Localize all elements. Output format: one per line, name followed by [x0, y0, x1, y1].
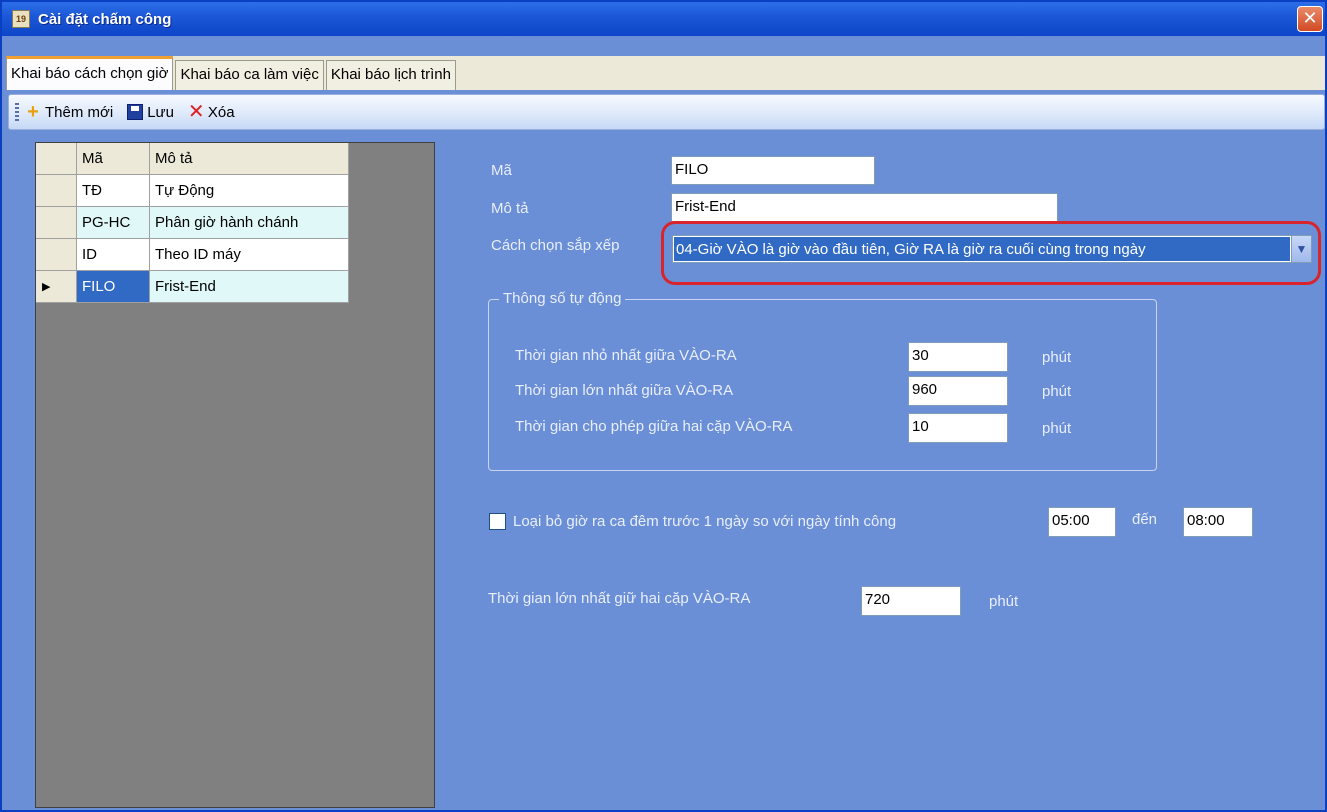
- grid-header-corner: [36, 143, 77, 175]
- min-time-input[interactable]: 30: [908, 342, 1008, 372]
- night-to-input[interactable]: 08:00: [1183, 507, 1253, 537]
- toolbar-grip-icon[interactable]: [15, 103, 19, 121]
- night-from-input[interactable]: 05:00: [1048, 507, 1116, 537]
- cell-code[interactable]: TĐ: [77, 175, 150, 207]
- grid-header-code[interactable]: Mã: [77, 143, 150, 175]
- calendar-icon: 19: [12, 10, 30, 28]
- toolbar: + Thêm mới Lưu ✕ Xóa: [8, 94, 1325, 130]
- pair-max-input[interactable]: 720: [861, 586, 961, 616]
- code-label: Mã: [491, 162, 512, 179]
- pair-max-unit: phút: [989, 593, 1019, 610]
- tab-schedule[interactable]: Khai báo lịch trình: [325, 60, 456, 90]
- auto-settings-title: Thông số tự động: [499, 290, 626, 307]
- gap-time-label: Thời gian cho phép giữa hai cặp VÀO-RA: [515, 418, 793, 435]
- table-row[interactable]: ID Theo ID máy: [36, 239, 349, 271]
- tab-shifts[interactable]: Khai báo ca làm việc: [175, 60, 324, 90]
- cell-desc[interactable]: Tự Động: [150, 175, 349, 207]
- window-title: Cài đặt chấm công: [38, 10, 172, 28]
- save-button[interactable]: Lưu: [127, 104, 174, 121]
- gap-time-input[interactable]: 10: [908, 413, 1008, 443]
- cell-desc[interactable]: Phân giờ hành chánh: [150, 207, 349, 239]
- tab-bar: Khai báo cách chọn giờ Khai báo ca làm v…: [6, 56, 458, 90]
- max-time-label: Thời gian lớn nhất giữa VÀO-RA: [515, 382, 734, 399]
- exclude-night-checkbox[interactable]: [489, 513, 506, 530]
- row-selector[interactable]: [36, 175, 77, 207]
- max-time-input[interactable]: 960: [908, 376, 1008, 406]
- row-selector[interactable]: [36, 207, 77, 239]
- main-window: 19 Cài đặt chấm công ✕ Khai báo cách chọ…: [0, 0, 1327, 812]
- desc-label: Mô tả: [491, 200, 529, 217]
- cell-code[interactable]: FILO: [77, 271, 150, 303]
- delete-x-icon: ✕: [187, 101, 205, 123]
- code-input[interactable]: FILO: [671, 156, 875, 185]
- min-time-unit: phút: [1042, 349, 1072, 366]
- close-button[interactable]: ✕: [1297, 6, 1323, 32]
- grid-header-desc[interactable]: Mô tả: [150, 143, 349, 175]
- floppy-disk-icon: [127, 104, 144, 120]
- min-time-label: Thời gian nhỏ nhất giữa VÀO-RA: [515, 347, 737, 364]
- grid-header-row: Mã Mô tả: [36, 143, 349, 175]
- title-bar[interactable]: 19 Cài đặt chấm công ✕: [2, 2, 1325, 36]
- pair-max-label: Thời gian lớn nhất giữ hai cặp VÀO-RA: [488, 590, 751, 607]
- add-button[interactable]: + Thêm mới: [25, 101, 114, 123]
- night-to-label: đến: [1132, 511, 1158, 528]
- sort-select[interactable]: 04-Giờ VÀO là giờ vào đầu tiên, Giờ RA l…: [672, 235, 1312, 263]
- add-button-label: Thêm mới: [45, 103, 114, 121]
- gap-time-unit: phút: [1042, 420, 1072, 437]
- row-selected-arrow-icon[interactable]: ▶: [36, 271, 77, 303]
- exclude-night-label[interactable]: Loại bỏ giờ ra ca đêm trước 1 ngày so vớ…: [513, 513, 896, 530]
- data-grid[interactable]: Mã Mô tả TĐ Tự Động PG-HC Phân giờ hành …: [35, 142, 435, 808]
- chevron-down-icon[interactable]: ▼: [1291, 236, 1311, 262]
- table-row[interactable]: TĐ Tự Động: [36, 175, 349, 207]
- delete-button[interactable]: ✕ Xóa: [187, 101, 235, 123]
- cell-desc[interactable]: Theo ID máy: [150, 239, 349, 271]
- cell-code[interactable]: ID: [77, 239, 150, 271]
- save-button-label: Lưu: [147, 103, 174, 121]
- delete-button-label: Xóa: [207, 103, 235, 121]
- cell-desc[interactable]: Frist-End: [150, 271, 349, 303]
- max-time-unit: phút: [1042, 383, 1072, 400]
- cell-code[interactable]: PG-HC: [77, 207, 150, 239]
- table-row[interactable]: PG-HC Phân giờ hành chánh: [36, 207, 349, 239]
- plus-icon: +: [27, 101, 39, 123]
- desc-input[interactable]: Frist-End: [671, 193, 1058, 222]
- sort-label: Cách chọn sắp xếp: [491, 237, 620, 254]
- row-selector[interactable]: [36, 239, 77, 271]
- tab-time-selection[interactable]: Khai báo cách chọn giờ: [6, 56, 174, 90]
- table-row-selected[interactable]: ▶ FILO Frist-End: [36, 271, 349, 303]
- sort-select-value[interactable]: 04-Giờ VÀO là giờ vào đầu tiên, Giờ RA l…: [674, 237, 1290, 261]
